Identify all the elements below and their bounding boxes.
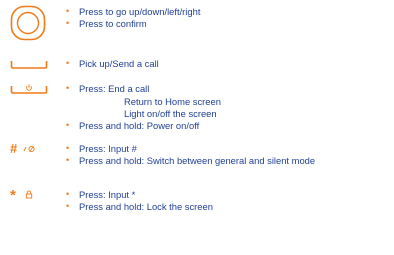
bullet: • (66, 143, 70, 153)
sub-item: Light on/off the screen (124, 108, 217, 119)
star-glyph: * (10, 187, 16, 204)
bullet: • (66, 189, 70, 199)
hash-glyph: # (10, 141, 18, 156)
call-key-icon (10, 60, 48, 72)
bullet: • (66, 83, 70, 93)
bullet: • (66, 155, 70, 165)
navigation-key-icon (10, 5, 46, 43)
bullet: • (66, 58, 70, 68)
hash-silent-key-icon: # (10, 141, 35, 156)
bullet: • (66, 6, 70, 16)
end-power-key-icon (10, 83, 48, 97)
sub-item: Return to Home screen (124, 96, 221, 107)
star-lock-key-icon: * (10, 187, 33, 204)
bullet: • (66, 120, 70, 130)
bullet: • (66, 201, 70, 211)
bullet: • (66, 18, 70, 28)
